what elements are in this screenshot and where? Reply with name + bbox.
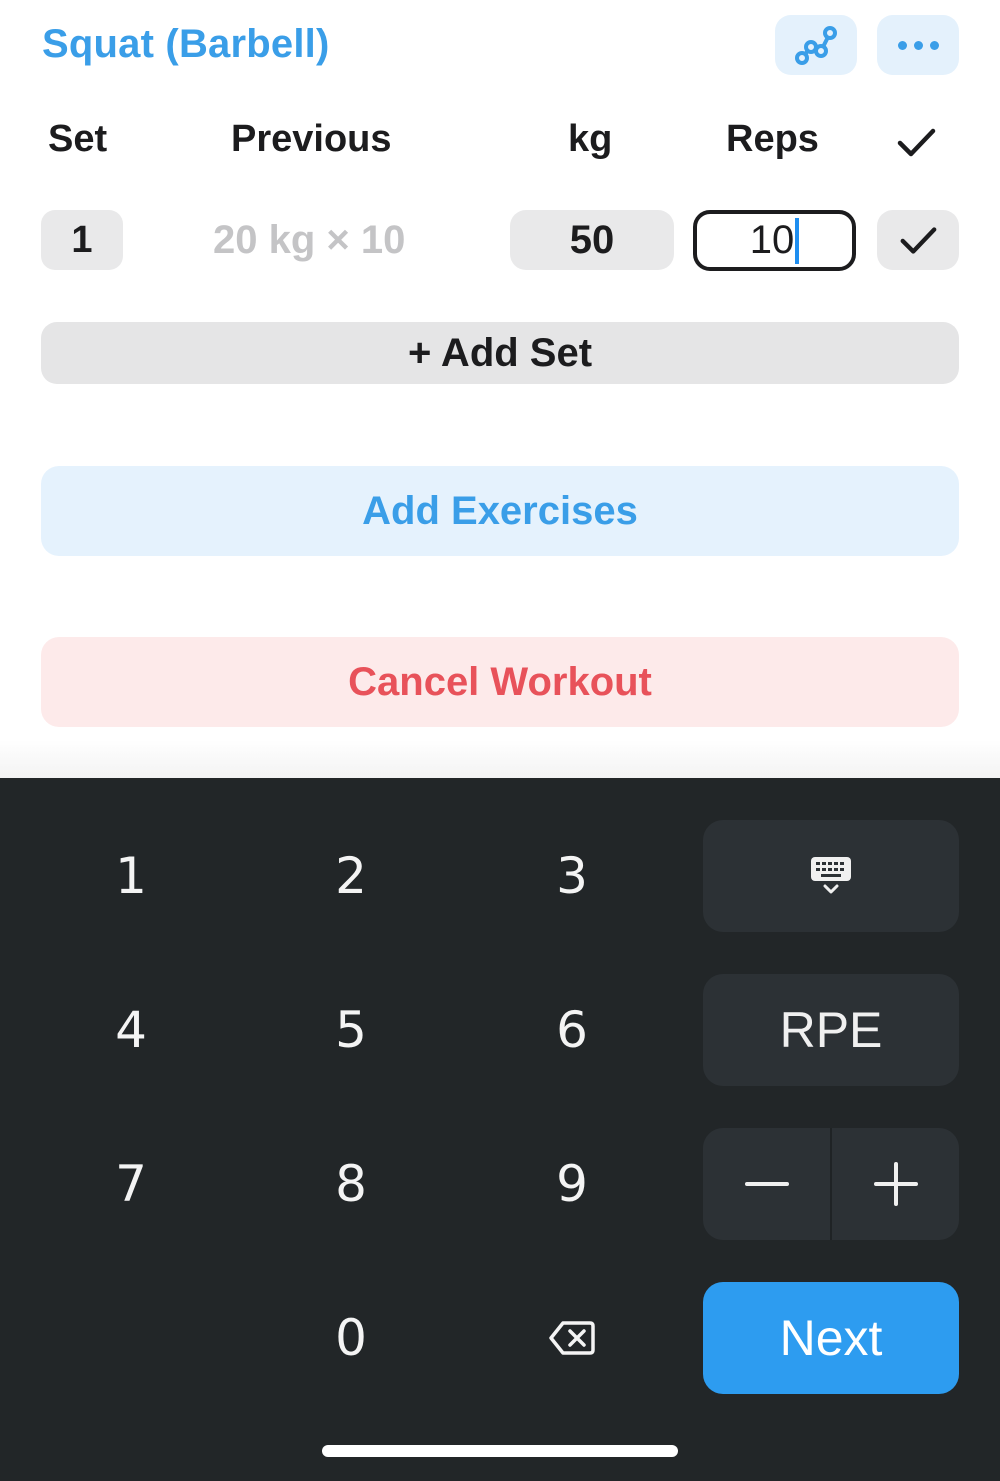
key-8[interactable]: 8	[251, 1129, 451, 1239]
key-5[interactable]: 5	[251, 975, 451, 1085]
add-exercises-button[interactable]: Add Exercises	[41, 466, 959, 556]
backspace-icon	[549, 1321, 595, 1355]
reps-value: 10	[749, 218, 795, 262]
numeric-keypad: 1 2 3 4 5 6 7 8 9 0 RPE Next	[0, 778, 1000, 1481]
increment-button[interactable]	[832, 1128, 959, 1240]
key-2[interactable]: 2	[251, 821, 451, 931]
increment-decrement-key	[703, 1128, 959, 1240]
key-0[interactable]: 0	[251, 1283, 451, 1393]
column-header-kg: kg	[568, 118, 613, 160]
next-button[interactable]: Next	[703, 1282, 959, 1394]
cancel-workout-button[interactable]: Cancel Workout	[41, 637, 959, 727]
keypad-top-shadow	[0, 740, 1000, 778]
rpe-key[interactable]: RPE	[703, 974, 959, 1086]
column-header-set: Set	[48, 118, 108, 160]
key-6[interactable]: 6	[472, 975, 672, 1085]
table-row: 1 20 kg × 10 50 10	[0, 210, 1000, 272]
keyboard-dismiss-icon	[811, 857, 851, 894]
backspace-key[interactable]	[472, 1283, 672, 1393]
exercise-chart-button[interactable]	[775, 15, 857, 75]
exercise-header: Squat (Barbell)	[0, 0, 1000, 95]
key-1[interactable]: 1	[31, 821, 231, 931]
checkmark-icon	[900, 227, 937, 254]
key-3[interactable]: 3	[472, 821, 672, 931]
exercise-more-button[interactable]	[877, 15, 959, 75]
graph-chart-icon	[795, 26, 837, 65]
reps-input[interactable]: 10	[693, 210, 856, 271]
set-table-header: Set Previous kg Reps	[0, 118, 1000, 168]
decrement-button[interactable]	[703, 1128, 830, 1240]
key-4[interactable]: 4	[31, 975, 231, 1085]
add-set-button[interactable]: + Add Set	[41, 322, 959, 384]
column-header-reps: Reps	[726, 118, 819, 160]
set-number-badge[interactable]: 1	[41, 210, 123, 270]
column-header-previous: Previous	[231, 118, 392, 160]
key-9[interactable]: 9	[472, 1129, 672, 1239]
key-7[interactable]: 7	[31, 1129, 231, 1239]
more-dots-icon	[897, 40, 939, 50]
hide-keyboard-key[interactable]	[703, 820, 959, 932]
exercise-title[interactable]: Squat (Barbell)	[42, 22, 329, 67]
previous-value[interactable]: 20 kg × 10	[213, 218, 405, 263]
complete-set-button[interactable]	[877, 210, 959, 270]
plus-icon	[873, 1162, 918, 1206]
weight-input[interactable]: 50	[510, 210, 674, 270]
minus-icon	[744, 1182, 789, 1186]
checkmark-icon	[897, 128, 936, 157]
text-caret	[795, 217, 800, 264]
home-indicator[interactable]	[322, 1445, 678, 1457]
